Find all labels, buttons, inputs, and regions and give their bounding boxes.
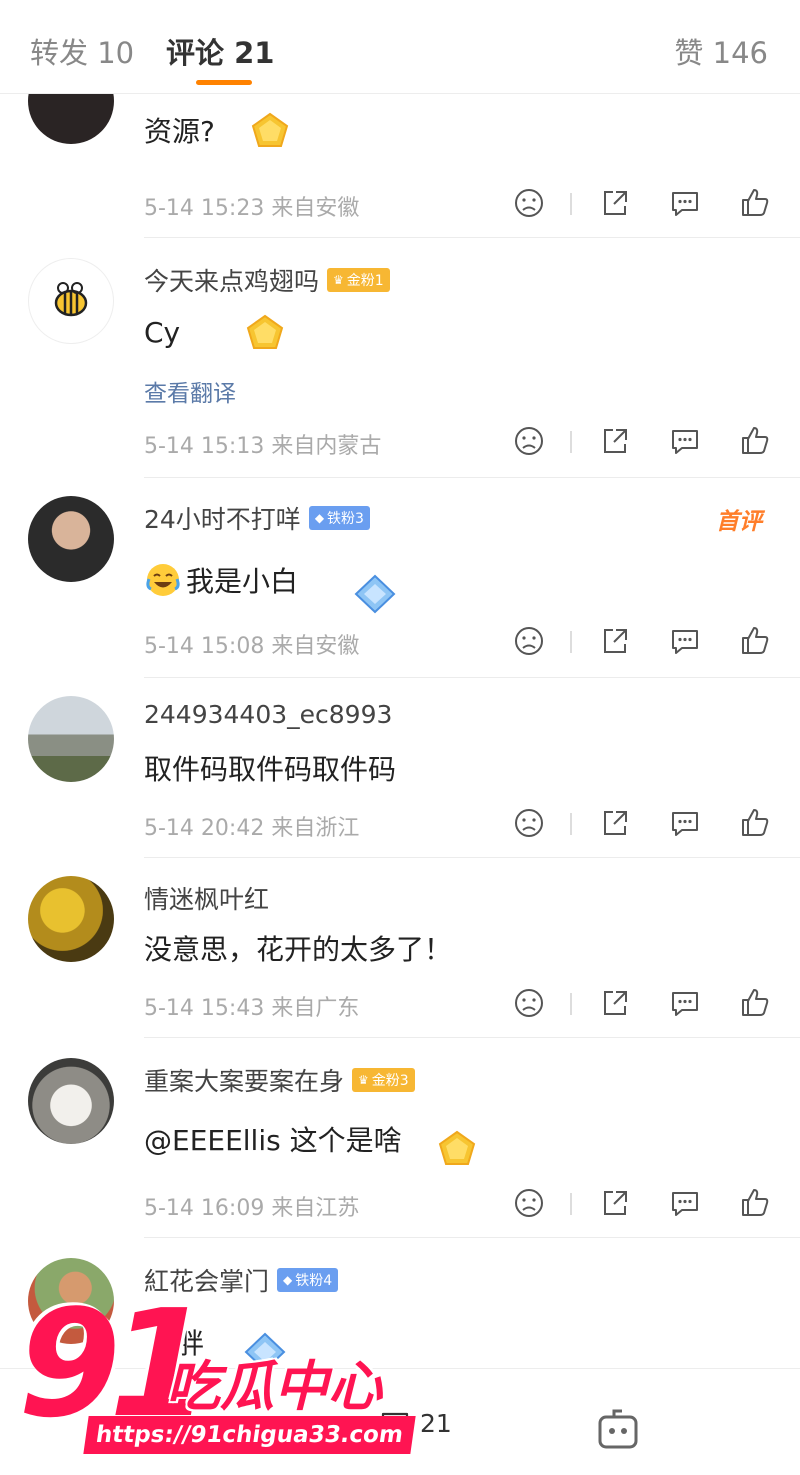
comment-actions [508,1186,778,1220]
comment-item: 今天来点鸡翅吗 ♛ 金粉1 Cy 查看翻译 5-14 15:13 来自内蒙古 [0,238,800,478]
comment-text: 没意思，花开的太多了！ [144,933,453,966]
tab-bar: 转发 10 评论 21 赞 146 [0,0,800,94]
dislike-icon[interactable] [512,986,546,1020]
comment-meta: 5-14 15:13 来自内蒙古 [144,434,382,459]
crown-icon: ♛ [358,1073,369,1087]
comment-actions [508,624,778,658]
comment-actions [508,806,778,840]
fan-badge: ◆ 铁粉3 [308,506,370,530]
comment-meta: 5-14 15:43 来自广东 [144,996,360,1021]
reply-icon[interactable] [668,1186,702,1220]
laugh-cry-emoji [146,564,180,596]
tab-like[interactable]: 赞 146 [674,30,768,72]
reply-icon[interactable] [668,806,702,840]
like-icon[interactable] [738,186,772,220]
action-separator [570,1193,572,1215]
share-icon[interactable] [598,424,632,458]
action-separator [570,993,572,1015]
action-separator [570,431,572,453]
avatar[interactable] [28,876,114,962]
avatar[interactable] [28,1058,114,1144]
tab-active-indicator [196,80,252,85]
comment-item: 重案大案要案在身 ♛ 金粉3 @EEEEllis 这个是啥 5-14 16:09 … [0,1038,800,1238]
reply-icon[interactable] [668,986,702,1020]
username[interactable]: 244934403_ec8993 [144,700,392,729]
watermark-url[interactable]: https://91chigua33.com [83,1416,416,1454]
username[interactable]: 24小时不打咩 ◆ 铁粉3 [144,500,370,536]
dislike-icon[interactable] [512,1186,546,1220]
like-icon[interactable] [738,424,772,458]
reply-icon[interactable] [668,186,702,220]
fan-badge: ♛ 金粉1 [327,268,390,292]
diamond-icon: ◆ [314,511,325,525]
avatar[interactable] [28,696,114,782]
comment-meta: 5-14 16:09 来自江苏 [144,1196,360,1221]
dislike-icon[interactable] [512,624,546,658]
like-icon[interactable] [738,806,772,840]
bee-icon [54,282,88,317]
action-separator [570,813,572,835]
comment-text: @EEEEllis 这个是啥 [144,1108,482,1170]
gem-icon [438,1130,475,1165]
fan-badge: ◆ 铁粉4 [277,1268,339,1292]
avatar[interactable] [28,496,114,582]
share-icon[interactable] [598,1186,632,1220]
username[interactable]: 情迷枫叶红 [144,880,269,916]
comment-meta: 5-14 20:42 来自浙江 [144,816,360,841]
avatar[interactable] [28,258,114,344]
comment-actions [508,186,778,220]
comment-text: 取件码取件码取件码 [144,753,397,786]
like-icon[interactable] [738,1186,772,1220]
gem-icon [354,574,396,614]
comment-meta: 5-14 15:23 来自安徽 [144,196,360,221]
dislike-icon[interactable] [512,186,546,220]
view-translation-link[interactable]: 查看翻译 [144,374,236,408]
action-separator [570,193,572,215]
share-icon[interactable] [598,806,632,840]
comment-item: 24小时不打咩 ◆ 铁粉3 首评 我是小白 5-14 15:08 来自安徽 [0,478,800,678]
fan-badge: ♛ 金粉3 [352,1068,415,1092]
share-icon[interactable] [598,186,632,220]
crown-icon: ♛ [333,273,344,287]
comment-item: 244934403_ec8993 取件码取件码取件码 5-14 20:42 来自… [0,678,800,858]
dislike-icon[interactable] [512,424,546,458]
tab-repost[interactable]: 转发 10 [30,30,134,72]
comment-actions [508,986,778,1020]
comment-actions [508,424,778,458]
dislike-icon[interactable] [512,806,546,840]
comment-text: 我是小白 [144,544,400,616]
share-icon[interactable] [598,624,632,658]
action-separator [570,631,572,653]
comment-item: 情迷枫叶红 没意思，花开的太多了！ 5-14 15:43 来自广东 [0,858,800,1038]
reply-icon[interactable] [668,424,702,458]
comment-count[interactable]: 21 [420,1409,452,1438]
comment-text: 资源? [144,108,295,152]
gem-icon [246,314,284,349]
reply-icon[interactable] [668,624,702,658]
username[interactable]: 重案大案要案在身 ♛ 金粉3 [144,1062,415,1098]
diamond-icon: ◆ [283,1273,293,1287]
gem-icon [251,112,289,147]
first-comment-badge: 首评 [716,509,762,535]
share-icon[interactable] [598,986,632,1020]
comment-text: Cy [144,310,290,354]
comment-meta: 5-14 15:08 来自安徽 [144,634,360,659]
like-icon[interactable] [738,624,772,658]
watermark-name: 吃瓜中心 [166,1355,382,1418]
username[interactable]: 今天来点鸡翅吗 ♛ 金粉1 [144,262,390,298]
like-icon[interactable] [738,986,772,1020]
comment-item: 资源? 5-14 15:23 来自安徽 [0,58,800,238]
app-logo-icon [598,1409,638,1449]
